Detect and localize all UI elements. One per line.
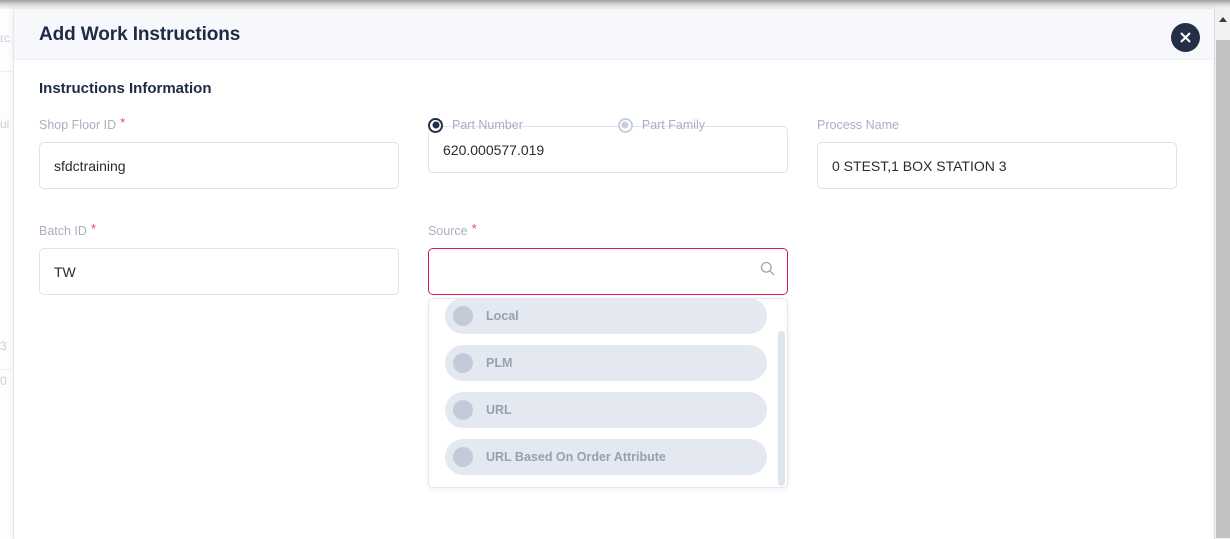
process-name-input[interactable] (817, 142, 1177, 189)
radio-part-number-label: Part Number (452, 118, 523, 132)
background-ghost-text-3: 0 (0, 374, 7, 388)
source-label: Source * (428, 221, 788, 239)
source-search-wrapper (428, 239, 788, 295)
list-item-label: Local (486, 309, 519, 323)
modal-header: Add Work Instructions (14, 9, 1213, 60)
required-asterisk: * (90, 221, 96, 236)
dropdown-scrollbar[interactable] (778, 331, 785, 486)
process-name-label: Process Name (817, 118, 899, 132)
circle-avatar-icon (453, 306, 473, 326)
radio-part-family[interactable]: Part Family (617, 117, 706, 133)
circle-avatar-icon (453, 353, 473, 373)
part-number-input[interactable] (428, 126, 788, 173)
shop-floor-id-label: Shop Floor ID * (39, 115, 399, 133)
scrollbar-thumb[interactable] (1216, 40, 1230, 538)
source-dropdown-scroll-area[interactable]: Local PLM URL URL Based On Order Attribu… (429, 299, 787, 487)
browser-chrome-strip (0, 0, 1230, 9)
background-ghost-text-2: 3 (0, 339, 7, 353)
list-item-label: URL Based On Order Attribute (486, 450, 666, 464)
part-type-radio-group: Part Number Part Family (428, 117, 705, 133)
list-item[interactable]: URL (445, 392, 767, 428)
radio-part-family-label: Part Family (641, 118, 706, 132)
field-process-name: Process Name (817, 117, 1177, 189)
field-batch-id: Batch ID * (39, 221, 399, 295)
list-item[interactable]: URL Based On Order Attribute (445, 439, 767, 475)
list-item[interactable]: PLM (445, 345, 767, 381)
radio-unselected-icon (617, 117, 633, 133)
close-icon (1180, 32, 1191, 43)
background-ghost-text-1: ui (0, 117, 10, 131)
list-item[interactable]: Local (445, 299, 767, 334)
required-asterisk: * (120, 115, 126, 130)
section-title: Instructions Information (39, 80, 212, 97)
batch-id-label-text: Batch ID (39, 224, 87, 238)
list-item-label: PLM (486, 356, 513, 370)
batch-id-label: Batch ID * (39, 221, 399, 239)
source-dropdown-list: Local PLM URL URL Based On Order Attribu… (428, 298, 788, 488)
field-source: Source * (428, 221, 788, 295)
page-title: Add Work Instructions (39, 24, 241, 45)
shop-floor-id-input[interactable] (39, 142, 399, 189)
field-shop-floor-id: Shop Floor ID * (39, 115, 399, 189)
source-label-text: Source (428, 224, 468, 238)
radio-selected-icon (428, 117, 443, 133)
close-button[interactable] (1171, 23, 1200, 52)
shop-floor-id-label-text: Shop Floor ID (39, 118, 117, 132)
circle-avatar-icon (453, 447, 473, 467)
circle-avatar-icon (453, 400, 473, 420)
list-item-label: URL (486, 403, 512, 417)
app-root: rc ui 3 0 Add Work Instructions Instruct… (0, 0, 1230, 539)
field-part-number: Part Number Part Family (428, 117, 788, 173)
background-ghost-text-0: rc (0, 31, 10, 45)
background-page-left-strip: rc ui 3 0 (0, 9, 14, 539)
radio-part-number[interactable]: Part Number (428, 117, 523, 133)
browser-scrollbar[interactable] (1214, 9, 1230, 539)
batch-id-input[interactable] (39, 248, 399, 295)
chevron-up-icon[interactable] (1215, 11, 1230, 28)
source-input[interactable] (428, 248, 788, 295)
required-asterisk: * (471, 221, 477, 236)
